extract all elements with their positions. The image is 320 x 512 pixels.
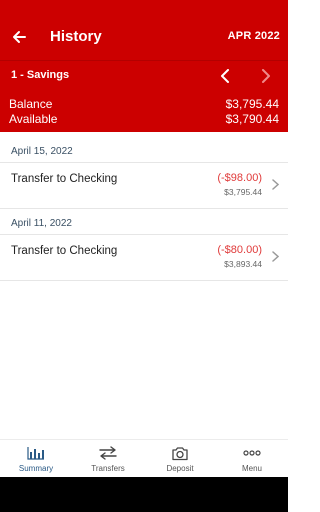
transaction-row[interactable]: Transfer to Checking (-$98.00) $3,795.44 — [0, 168, 288, 206]
month-selector[interactable]: APR 2022 — [228, 30, 280, 42]
nav-summary-label: Summary — [18, 464, 54, 473]
chevron-left-icon — [221, 69, 229, 83]
bottom-navigation: Summary Transfers Deposit Menu — [0, 439, 288, 477]
nav-menu[interactable]: Menu — [216, 440, 288, 477]
balance-label: Balance — [9, 97, 53, 111]
divider — [0, 234, 288, 235]
divider — [0, 208, 288, 209]
nav-deposit-label: Deposit — [166, 464, 194, 473]
date-header: April 15, 2022 — [11, 146, 73, 157]
page-title: History — [50, 28, 102, 45]
balance-value: $3,795.44 — [225, 97, 279, 111]
nav-transfers-label: Transfers — [91, 464, 125, 473]
chevron-right-icon — [262, 69, 270, 83]
nav-menu-label: Menu — [241, 464, 262, 473]
transaction-description: Transfer to Checking — [11, 245, 118, 257]
transaction-running-balance: $3,893.44 — [224, 259, 262, 269]
account-name: 1 - Savings — [11, 69, 70, 81]
previous-account-button[interactable] — [216, 66, 234, 86]
nav-transfers[interactable]: Transfers — [72, 440, 144, 477]
nav-summary[interactable]: Summary — [0, 440, 72, 477]
account-summary: 1 - Savings Balance $3,795.44 Available … — [0, 60, 288, 132]
available-value: $3,790.44 — [225, 112, 279, 126]
transaction-description: Transfer to Checking — [11, 173, 118, 185]
arrow-left-icon — [13, 31, 26, 43]
date-header: April 11, 2022 — [11, 218, 72, 229]
nav-deposit[interactable]: Deposit — [144, 440, 216, 477]
bar-chart-icon — [26, 445, 46, 461]
transaction-amount: (-$98.00) — [217, 172, 262, 184]
status-bar — [0, 0, 288, 16]
transfer-arrows-icon — [98, 445, 118, 461]
system-navigation-bar — [0, 477, 288, 512]
transaction-amount: (-$80.00) — [217, 244, 262, 256]
available-label: Available — [9, 112, 58, 126]
app-bar: History APR 2022 — [0, 16, 288, 60]
transaction-running-balance: $3,795.44 — [224, 187, 262, 197]
divider — [0, 162, 288, 163]
divider — [0, 280, 288, 281]
transaction-row[interactable]: Transfer to Checking (-$80.00) $3,893.44 — [0, 240, 288, 278]
next-account-button[interactable] — [257, 66, 275, 86]
chevron-right-icon — [270, 177, 280, 191]
more-dots-icon — [242, 445, 262, 461]
chevron-right-icon — [270, 249, 280, 263]
back-button[interactable] — [6, 24, 32, 50]
camera-icon — [170, 445, 190, 461]
